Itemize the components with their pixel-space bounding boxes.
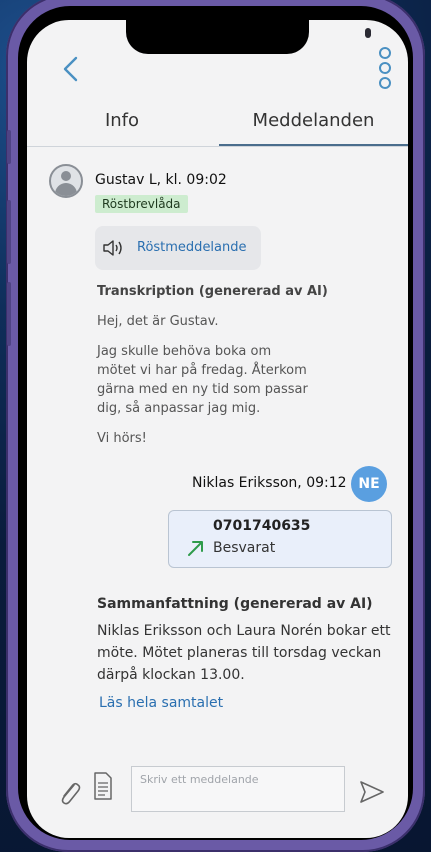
call-status: Besvarat	[213, 540, 276, 556]
avatar	[49, 164, 83, 198]
tab-messages[interactable]: Meddelanden	[219, 108, 408, 146]
call-card[interactable]: 0701740635 Besvarat	[168, 510, 392, 568]
vertical-dots-icon[interactable]	[378, 47, 392, 89]
avatar-ne: NE	[351, 466, 387, 502]
outgoing-call-arrow-icon	[188, 541, 203, 556]
send-icon[interactable]	[358, 778, 386, 806]
volume-up-button	[7, 200, 11, 264]
tab-bar: Info Meddelanden	[27, 108, 408, 147]
silent-switch	[7, 130, 11, 164]
message-sender: Gustav L, kl. 09:02	[95, 172, 227, 188]
app-screen: Info Meddelanden Gustav L, kl. 09:02 Rös…	[27, 20, 408, 838]
chevron-left-icon[interactable]	[59, 55, 83, 83]
volume-down-button	[7, 282, 11, 346]
transcription-line: Hej, det är Gustav.	[97, 314, 219, 329]
voicemail-badge: Röstbrevlåda	[95, 195, 188, 213]
document-icon[interactable]	[93, 771, 113, 801]
summary-title: Sammanfattning (genererad av AI)	[97, 596, 373, 612]
paperclip-icon[interactable]	[56, 777, 82, 807]
notch	[126, 20, 371, 54]
reply-sender: Niklas Eriksson, 09:12	[192, 475, 347, 491]
tab-info[interactable]: Info	[57, 108, 187, 144]
call-number: 0701740635	[213, 518, 311, 534]
voice-message-button[interactable]: Röstmeddelande	[95, 226, 261, 270]
message-input[interactable]: Skriv ett meddelande	[131, 766, 345, 812]
transcription-title: Transkription (genererad av AI)	[97, 284, 328, 299]
voice-message-label: Röstmeddelande	[137, 240, 247, 255]
camera	[365, 28, 371, 38]
transcription-line: Vi hörs!	[97, 431, 147, 446]
transcription-line: Jag skulle behöva boka om mötet vi har p…	[97, 344, 308, 416]
speaker-icon	[103, 240, 122, 256]
read-full-call-link[interactable]: Läs hela samtalet	[99, 695, 223, 711]
summary-text: Niklas Eriksson och Laura Norén bokar et…	[97, 623, 391, 683]
